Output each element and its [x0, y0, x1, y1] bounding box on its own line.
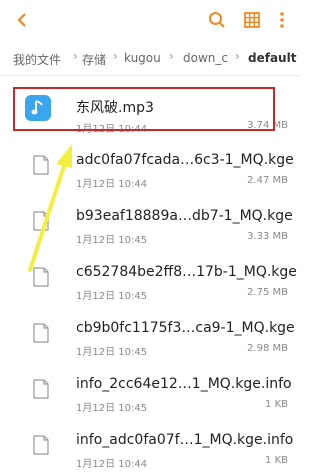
annotation-arrow-icon	[28, 144, 72, 272]
